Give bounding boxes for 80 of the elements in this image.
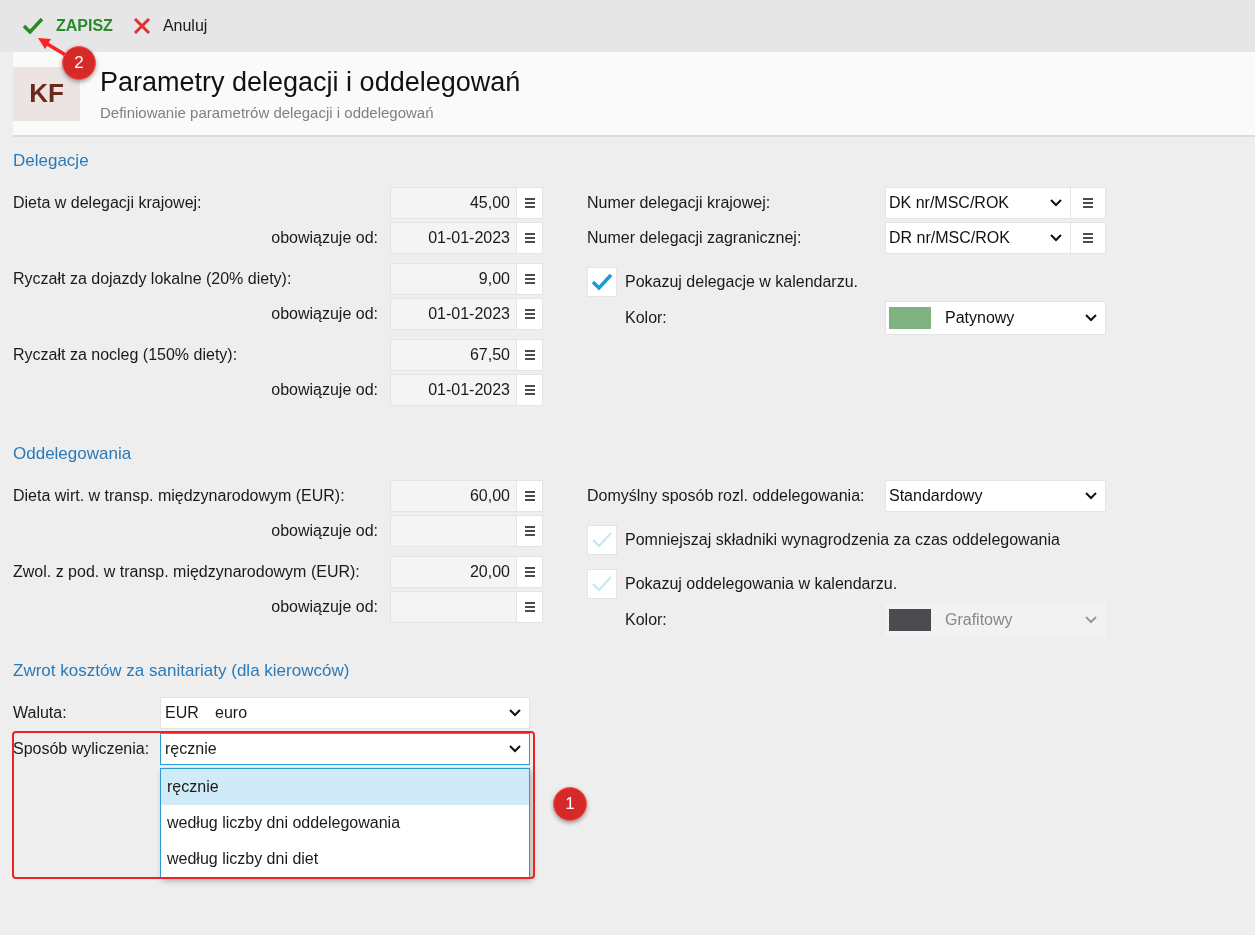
dropdown-option[interactable]: według liczby dni oddelegowania <box>161 805 529 841</box>
field-label: obowiązuje od: <box>270 598 378 616</box>
field-label: Sposób wyliczenia: <box>13 739 151 759</box>
field-label: Numer delegacji zagranicznej: <box>587 229 803 247</box>
cancel-button[interactable]: Anuluj <box>132 17 208 35</box>
dropdown-option[interactable]: ręcznie <box>161 769 529 805</box>
menu-icon <box>524 385 535 395</box>
menu-icon <box>524 309 535 319</box>
checkbox-label: Pokazuj oddelegowania w kalendarzu. <box>625 575 898 593</box>
menu-button[interactable] <box>517 339 543 371</box>
input-field[interactable] <box>390 515 543 547</box>
menu-button[interactable] <box>517 556 543 588</box>
page-title: Parametry delegacji i oddelegowań <box>100 66 521 98</box>
section-title: Zwrot kosztów za sanitariaty (dla kierowców) <box>13 661 351 681</box>
menu-button[interactable] <box>1071 222 1106 254</box>
color-dropdown[interactable]: Patynowy <box>885 301 1106 335</box>
checkbox[interactable] <box>587 569 617 599</box>
menu-icon <box>524 491 535 501</box>
checkbox-label: Pokazuj delegacje w kalendarzu. <box>625 273 859 291</box>
menu-button[interactable] <box>517 515 543 547</box>
menu-button[interactable] <box>517 591 543 623</box>
field-label: Kolor: <box>624 309 668 327</box>
chevron-down-icon <box>509 745 521 753</box>
menu-button[interactable] <box>517 480 543 512</box>
page-subtitle: Definiowanie parametrów delegacji i oddelegowań <box>100 103 435 121</box>
checkmark-icon <box>591 575 613 593</box>
checkmark-icon <box>591 273 613 291</box>
chevron-down-icon <box>1085 616 1097 624</box>
menu-button[interactable] <box>517 263 543 295</box>
field-label: Numer delegacji krajowej: <box>587 194 772 212</box>
field-label: obowiązuje od: <box>270 381 378 399</box>
field-label: obowiązuje od: <box>270 305 378 323</box>
menu-icon <box>524 350 535 360</box>
field-label: Waluta: <box>13 703 68 723</box>
section-title: Oddelegowania <box>13 444 133 464</box>
field-label: Domyślny sposób rozl. oddelegowania: <box>587 487 866 505</box>
menu-icon <box>524 233 535 243</box>
dropdown-field[interactable]: Standardowy <box>885 480 1106 512</box>
color-dropdown: Grafitowy <box>885 603 1106 637</box>
menu-button[interactable] <box>517 298 543 330</box>
menu-button[interactable] <box>517 374 543 406</box>
menu-button[interactable] <box>517 187 543 219</box>
field-label: Dieta wirt. w transp. międzynarodowym (EUR): <box>13 487 346 505</box>
field-label: Ryczałt za nocleg (150% diety): <box>13 346 239 364</box>
field-label: obowiązuje od: <box>270 522 378 540</box>
field-label: Zwol. z pod. w transp. międzynarodowym (EUR): <box>13 563 361 581</box>
menu-icon <box>1083 198 1093 208</box>
menu-icon <box>524 274 535 284</box>
menu-icon <box>524 526 535 536</box>
menu-icon <box>524 198 535 208</box>
menu-icon <box>524 567 535 577</box>
checkmark-icon <box>591 531 613 549</box>
dropdown-field[interactable]: ręcznie <box>160 733 530 765</box>
checkmark-icon <box>22 17 44 35</box>
close-icon <box>132 17 151 35</box>
chevron-down-icon <box>1085 314 1097 322</box>
dropdown-field[interactable]: DR nr/MSC/ROK <box>885 222 1071 254</box>
callout-badge: 2 <box>62 46 96 80</box>
chevron-down-icon <box>1050 234 1062 242</box>
field-label: obowiązuje od: <box>270 229 378 247</box>
save-button[interactable]: ZAPISZ <box>22 17 113 35</box>
dropdown-option[interactable]: według liczby dni diet <box>161 841 529 877</box>
checkbox[interactable] <box>587 525 617 555</box>
field-label: Dieta w delegacji krajowej: <box>13 194 203 212</box>
callout-badge: 1 <box>553 787 587 821</box>
menu-button[interactable] <box>517 222 543 254</box>
chevron-down-icon <box>1085 492 1097 500</box>
field-label: Ryczałt za dojazdy lokalne (20% diety): <box>13 270 293 288</box>
chevron-down-icon <box>509 709 521 717</box>
checkbox-label: Pomniejszaj składniki wynagrodzenia za czas oddelegowania <box>625 531 1060 549</box>
chevron-down-icon <box>1050 199 1062 207</box>
checkbox[interactable] <box>587 267 617 297</box>
menu-icon <box>524 602 535 612</box>
dropdown-field[interactable]: EUR euro <box>160 697 530 729</box>
menu-icon <box>1083 233 1093 243</box>
field-label: Kolor: <box>624 611 668 629</box>
section-title: Delegacje <box>13 151 90 171</box>
input-field[interactable] <box>390 591 543 623</box>
dropdown-field[interactable]: DK nr/MSC/ROK <box>885 187 1071 219</box>
menu-button[interactable] <box>1071 187 1106 219</box>
